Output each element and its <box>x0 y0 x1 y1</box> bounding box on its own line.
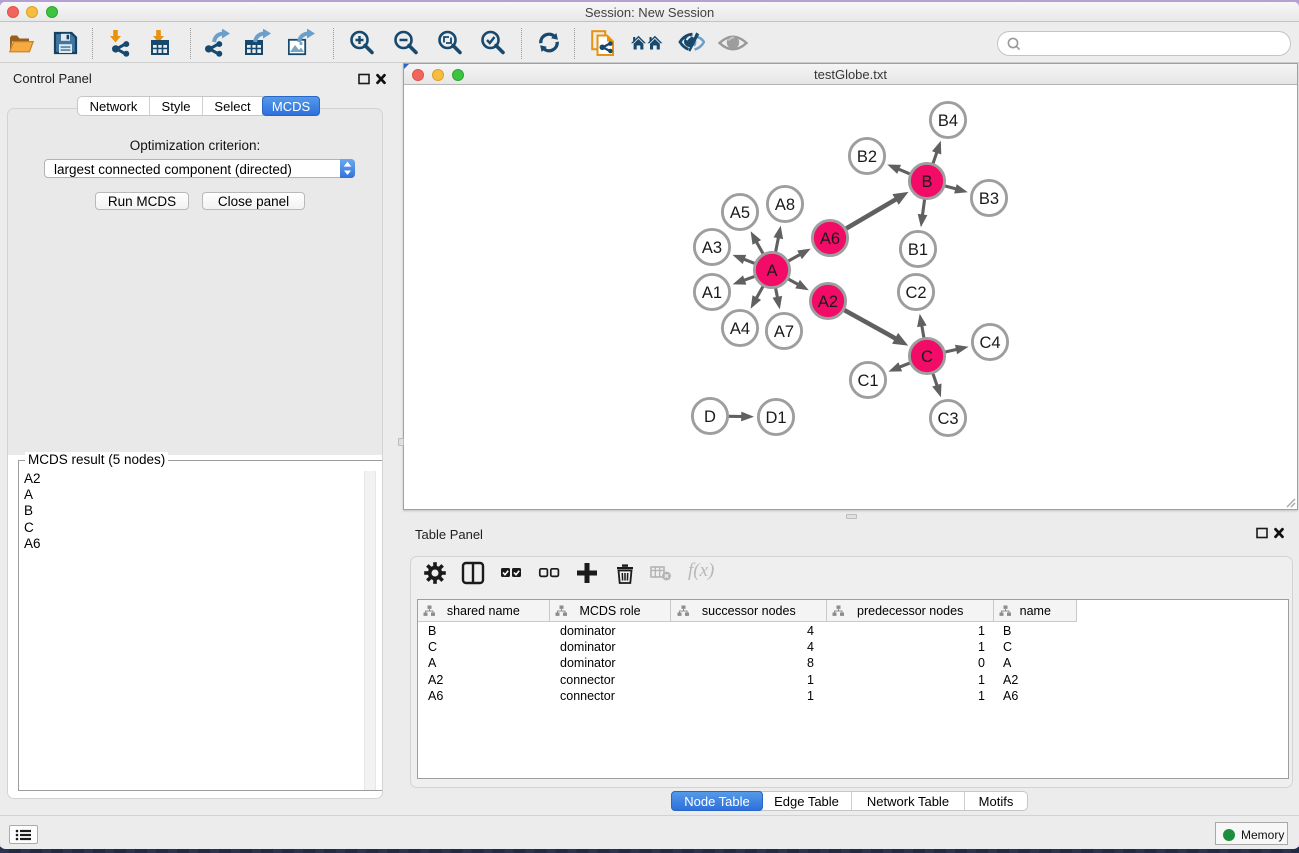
svg-text:A1: A1 <box>702 284 722 302</box>
svg-text:A2: A2 <box>818 293 838 311</box>
svg-text:A8: A8 <box>775 196 795 214</box>
svg-text:A7: A7 <box>774 323 794 341</box>
svg-text:B: B <box>921 173 932 191</box>
svg-text:A5: A5 <box>730 204 750 222</box>
svg-text:B3: B3 <box>979 190 999 208</box>
svg-text:C2: C2 <box>905 284 926 302</box>
svg-text:A3: A3 <box>702 239 722 257</box>
svg-text:B1: B1 <box>908 241 928 259</box>
svg-text:A6: A6 <box>820 230 840 248</box>
svg-text:A4: A4 <box>730 320 750 338</box>
svg-text:C: C <box>921 348 933 366</box>
svg-text:B4: B4 <box>938 112 958 130</box>
svg-text:C1: C1 <box>857 372 878 390</box>
svg-text:B2: B2 <box>857 148 877 166</box>
svg-text:D: D <box>704 408 716 426</box>
svg-text:A: A <box>766 262 777 280</box>
svg-text:C4: C4 <box>979 334 1000 352</box>
svg-text:C3: C3 <box>937 410 958 428</box>
svg-text:D1: D1 <box>765 409 786 427</box>
